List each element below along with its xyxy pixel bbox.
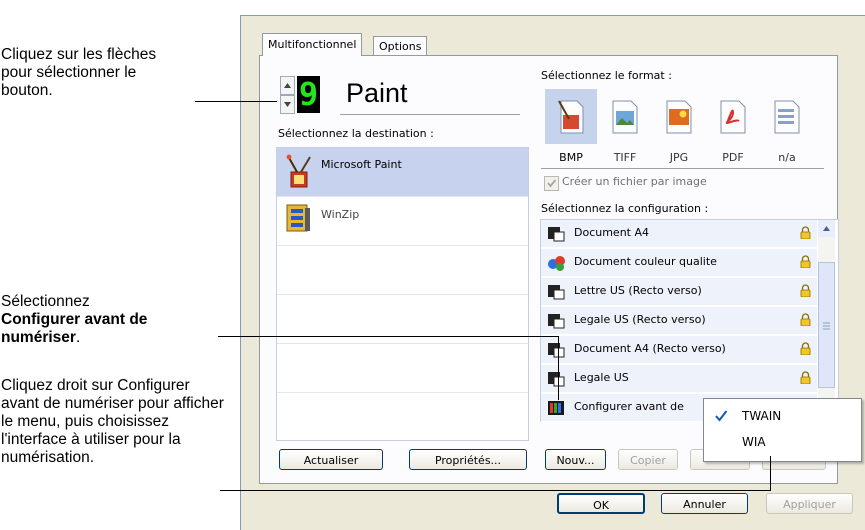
destination-list: Microsoft Paint WinZip xyxy=(276,147,529,441)
copy-button[interactable]: Copier xyxy=(618,449,678,470)
pdf-icon xyxy=(720,100,746,134)
destination-empty-row xyxy=(277,344,528,393)
arrow-down-icon xyxy=(284,102,291,107)
format-label-pdf: PDF xyxy=(722,151,744,164)
configuration-item[interactable]: Lettre US (Recto verso) xyxy=(541,278,817,306)
format-label-jpg: JPG xyxy=(669,151,689,164)
new-button[interactable]: Nouv... xyxy=(545,449,606,470)
refresh-button[interactable]: Actualiser xyxy=(279,449,383,470)
ok-button[interactable]: OK xyxy=(557,493,645,514)
lock-icon xyxy=(800,226,811,239)
format-label-na: n/a xyxy=(778,151,796,164)
leader-line-arrows xyxy=(195,101,277,102)
configuration-item[interactable]: Document A4 (Recto verso) xyxy=(541,336,817,364)
lock-icon xyxy=(800,255,811,268)
arrow-up-icon xyxy=(284,83,291,88)
arrow-up-icon xyxy=(823,226,830,231)
spinner-down-button[interactable] xyxy=(280,95,295,114)
winzip-icon xyxy=(286,204,310,232)
lock-icon xyxy=(800,313,811,326)
format-label-bmp: BMP xyxy=(559,151,583,164)
button-name-underline xyxy=(340,114,520,115)
scroll-thumb[interactable] xyxy=(818,262,835,388)
bw-scan-icon xyxy=(548,227,565,242)
properties-button[interactable]: Propriétés... xyxy=(409,449,527,470)
format-divider xyxy=(541,168,824,169)
configuration-scrollbar[interactable] xyxy=(818,220,835,419)
color-scan-icon xyxy=(548,256,565,271)
format-heading: Sélectionnez le format : xyxy=(541,69,672,82)
destination-label: Microsoft Paint xyxy=(321,158,402,171)
callout-right-click: Cliquez droit sur Configurer avant de nu… xyxy=(1,377,231,467)
format-pdf[interactable] xyxy=(707,89,759,144)
destination-empty-row xyxy=(277,393,528,441)
button-selector: 9 Paint xyxy=(280,74,520,116)
lock-icon xyxy=(800,342,811,355)
format-jpg[interactable] xyxy=(653,89,705,144)
format-tiff[interactable] xyxy=(599,89,651,144)
spinner-up-button[interactable] xyxy=(280,76,295,95)
tiff-icon xyxy=(612,100,638,134)
format-na[interactable] xyxy=(761,89,813,144)
bw-scan-icon xyxy=(548,343,565,358)
apply-button[interactable]: Appliquer xyxy=(766,493,853,514)
jpg-icon xyxy=(666,100,692,134)
bmp-icon xyxy=(558,100,584,134)
configuration-item[interactable]: Legale US xyxy=(541,365,817,393)
destination-item-microsoft-paint[interactable]: Microsoft Paint xyxy=(277,148,528,197)
callout-right-click-text: Cliquez droit sur Configurer avant de nu… xyxy=(1,377,224,466)
scroll-up-button[interactable] xyxy=(818,220,835,237)
paint-icon xyxy=(286,154,311,188)
na-icon xyxy=(774,100,800,134)
destination-item-winzip[interactable]: WinZip xyxy=(277,197,528,246)
grip-icon xyxy=(823,322,830,330)
bw-scan-icon xyxy=(548,314,565,329)
format-bmp[interactable] xyxy=(545,89,597,144)
configure-icon xyxy=(548,401,564,415)
callout-arrows: Cliquez sur les flèches pour sélectionne… xyxy=(1,46,171,100)
callout-select-line1: Sélectionnez xyxy=(1,293,90,310)
callout-arrows-text: Cliquez sur les flèches pour sélectionne… xyxy=(1,46,157,99)
menu-item-wia[interactable]: WIA xyxy=(704,430,861,454)
button-name: Paint xyxy=(346,78,408,108)
checkmark-icon xyxy=(547,179,557,188)
interface-context-menu: TWAIN WIA xyxy=(703,398,862,462)
checkmark-icon xyxy=(715,410,728,422)
menu-item-twain[interactable]: TWAIN xyxy=(704,404,861,428)
format-label-tiff: TIFF xyxy=(613,151,637,164)
configuration-heading: Sélectionnez la configuration : xyxy=(541,202,709,215)
leader-line-configure-vertical xyxy=(558,336,559,400)
callout-select-bold: Configurer avant de numériser xyxy=(1,311,148,346)
leader-line-configure xyxy=(218,336,559,337)
bw-scan-icon xyxy=(548,372,565,387)
one-file-per-image-label: Créer un fichier par image xyxy=(562,175,707,188)
configuration-item[interactable]: Document A4 xyxy=(541,220,817,248)
tab-options[interactable]: Options xyxy=(373,36,428,57)
lock-icon xyxy=(800,371,811,384)
cancel-button[interactable]: Annuler xyxy=(661,493,748,514)
leader-line-menu-vertical xyxy=(770,456,771,491)
destination-label: WinZip xyxy=(321,208,360,221)
tab-multifonctionnel[interactable]: Multifonctionnel xyxy=(262,33,363,56)
configuration-item[interactable]: Legale US (Recto verso) xyxy=(541,307,817,335)
destination-heading: Sélectionnez la destination : xyxy=(278,127,434,140)
button-number-display: 9 xyxy=(297,75,320,113)
destination-empty-row xyxy=(277,246,528,295)
configuration-item[interactable]: Document couleur qualite xyxy=(541,249,817,277)
one-file-per-image-checkbox[interactable] xyxy=(544,176,559,191)
callout-select-configure: Sélectionnez Configurer avant de numéris… xyxy=(1,293,148,346)
leader-line-menu xyxy=(220,490,771,491)
lock-icon xyxy=(800,284,811,297)
bw-scan-icon xyxy=(548,285,565,300)
